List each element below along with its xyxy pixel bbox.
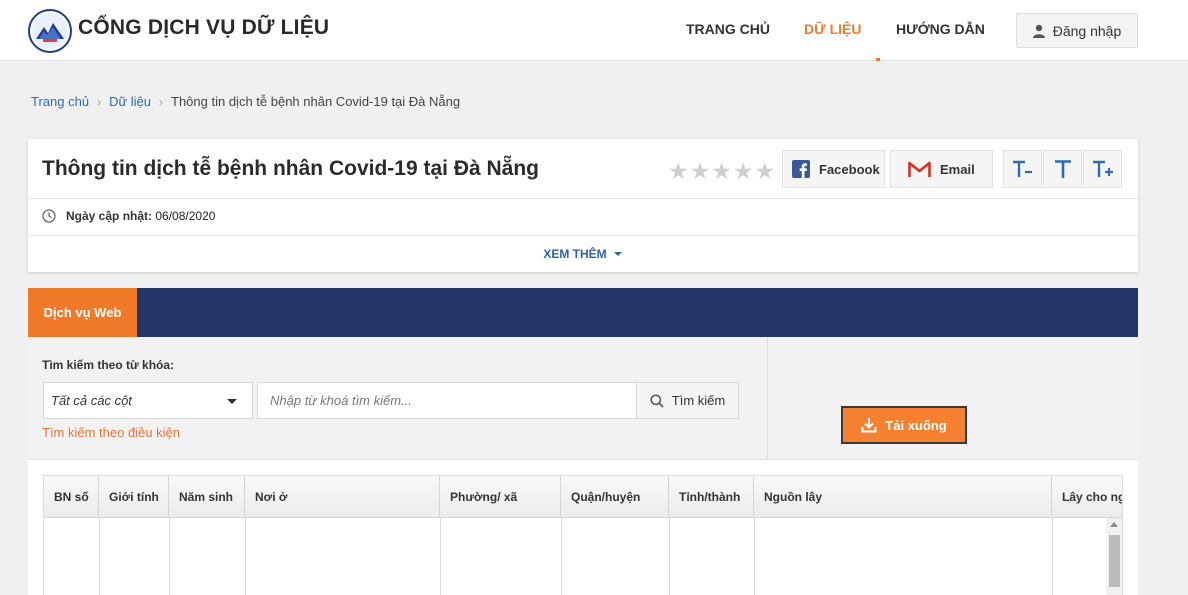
data-table: BN số Giới tính Năm sinh Nơi ở Phường/ x… (43, 475, 1123, 595)
service-tabbar: Dịch vụ Web (28, 288, 1138, 350)
breadcrumb: Trang chủ › Dữ liệu › Thông tin dịch tễ … (31, 94, 460, 109)
column-select-value: Tất cả các cột (51, 393, 132, 408)
column-divider (1052, 518, 1053, 595)
advanced-search-link[interactable]: Tìm kiếm theo điều kiện (42, 425, 180, 440)
show-more-button[interactable]: XEM THÊM (28, 236, 1138, 272)
scroll-thumb[interactable] (1109, 535, 1120, 587)
star-icon[interactable]: ★ (733, 158, 754, 185)
column-header[interactable]: BN số (44, 476, 99, 518)
column-divider (245, 518, 246, 595)
search-panel: Tìm kiếm theo từ khóa: Tất cả các cột Tì… (28, 337, 1138, 460)
column-divider (440, 518, 441, 595)
font-reset-button[interactable] (1043, 150, 1082, 188)
page-title: Thông tin dịch tễ bệnh nhân Covid-19 tại… (42, 157, 540, 180)
site-logo[interactable] (28, 9, 72, 53)
chevron-right-icon: › (159, 94, 164, 109)
nav-guide[interactable]: HƯỚNG DẪN (896, 21, 985, 37)
dataset-info-card: Thông tin dịch tễ bệnh nhân Covid-19 tại… (28, 139, 1138, 272)
email-label: Email (940, 161, 975, 177)
user-icon (1032, 24, 1045, 38)
share-facebook-button[interactable]: Facebook (782, 150, 885, 188)
scroll-up-icon[interactable] (1110, 522, 1118, 527)
text-decrease-icon (1012, 160, 1032, 177)
star-icon[interactable]: ★ (711, 158, 732, 185)
column-divider (169, 518, 170, 595)
column-header[interactable]: Giới tính (99, 476, 169, 518)
table-container: BN số Giới tính Năm sinh Nơi ở Phường/ x… (28, 460, 1138, 595)
search-button[interactable]: Tìm kiếm (636, 382, 739, 419)
top-header: CỔNG DỊCH VỤ DỮ LIỆU TRANG CHỦ DỮ LIỆU H… (0, 0, 1188, 61)
nav-active-indicator (876, 58, 880, 61)
text-increase-icon (1092, 160, 1113, 177)
download-icon (861, 418, 877, 433)
site-brand[interactable]: CỔNG DỊCH VỤ DỮ LIỆU (78, 16, 329, 40)
column-divider (754, 518, 755, 595)
clock-icon (42, 209, 56, 223)
gmail-icon (908, 161, 931, 177)
download-label: Tải xuống (885, 417, 947, 433)
nav-data[interactable]: DỮ LIỆU (804, 21, 862, 37)
column-header[interactable]: Lây cho ng (1052, 476, 1122, 518)
updated-label: Ngày cập nhật: (66, 209, 153, 223)
chevron-right-icon: › (97, 94, 102, 109)
keyword-input[interactable] (257, 382, 637, 419)
facebook-icon (792, 160, 810, 178)
breadcrumb-current: Thông tin dịch tễ bệnh nhân Covid-19 tại… (171, 94, 461, 109)
column-header[interactable]: Tỉnh/thành (669, 476, 754, 518)
card-divider (28, 198, 1138, 199)
nav-home[interactable]: TRANG CHỦ (686, 21, 770, 37)
update-info: Ngày cập nhật: 06/08/2020 (42, 209, 215, 223)
table-scrollbar[interactable] (1106, 518, 1122, 595)
share-email-button[interactable]: Email (890, 150, 993, 188)
rating-stars[interactable]: ★ ★ ★ ★ ★ (668, 158, 775, 185)
tab-web-service[interactable]: Dịch vụ Web (28, 288, 137, 337)
updated-value: 06/08/2020 (155, 209, 216, 223)
column-header[interactable]: Nguồn lây (754, 476, 1052, 518)
search-label: Tìm kiếm theo từ khóa: (42, 358, 175, 372)
star-icon[interactable]: ★ (690, 158, 711, 185)
star-icon[interactable]: ★ (668, 158, 689, 185)
login-button[interactable]: Đăng nhập (1016, 13, 1138, 48)
table-header: BN số Giới tính Năm sinh Nơi ở Phường/ x… (44, 476, 1122, 518)
search-button-label: Tìm kiếm (671, 393, 726, 408)
column-header[interactable]: Nơi ở (245, 476, 440, 518)
column-divider (669, 518, 670, 595)
breadcrumb-home[interactable]: Trang chủ (31, 94, 89, 109)
search-icon (650, 393, 664, 408)
download-button[interactable]: Tải xuống (841, 406, 967, 444)
column-divider (561, 518, 562, 595)
caret-down-icon (227, 399, 237, 404)
login-label: Đăng nhập (1052, 22, 1122, 39)
caret-down-icon (613, 252, 622, 256)
column-divider (99, 518, 100, 595)
column-header[interactable]: Quận/huyện (561, 476, 669, 518)
column-header[interactable]: Phường/ xã (440, 476, 561, 518)
show-more-label: XEM THÊM (543, 247, 607, 261)
panel-divider (767, 337, 768, 460)
star-icon[interactable]: ★ (755, 158, 776, 185)
column-header[interactable]: Năm sinh (169, 476, 245, 518)
facebook-label: Facebook (819, 161, 880, 177)
column-select[interactable]: Tất cả các cột (43, 382, 253, 419)
font-increase-button[interactable] (1083, 150, 1122, 188)
font-decrease-button[interactable] (1003, 150, 1042, 188)
text-size-icon (1054, 160, 1071, 178)
breadcrumb-data[interactable]: Dữ liệu (109, 94, 151, 109)
